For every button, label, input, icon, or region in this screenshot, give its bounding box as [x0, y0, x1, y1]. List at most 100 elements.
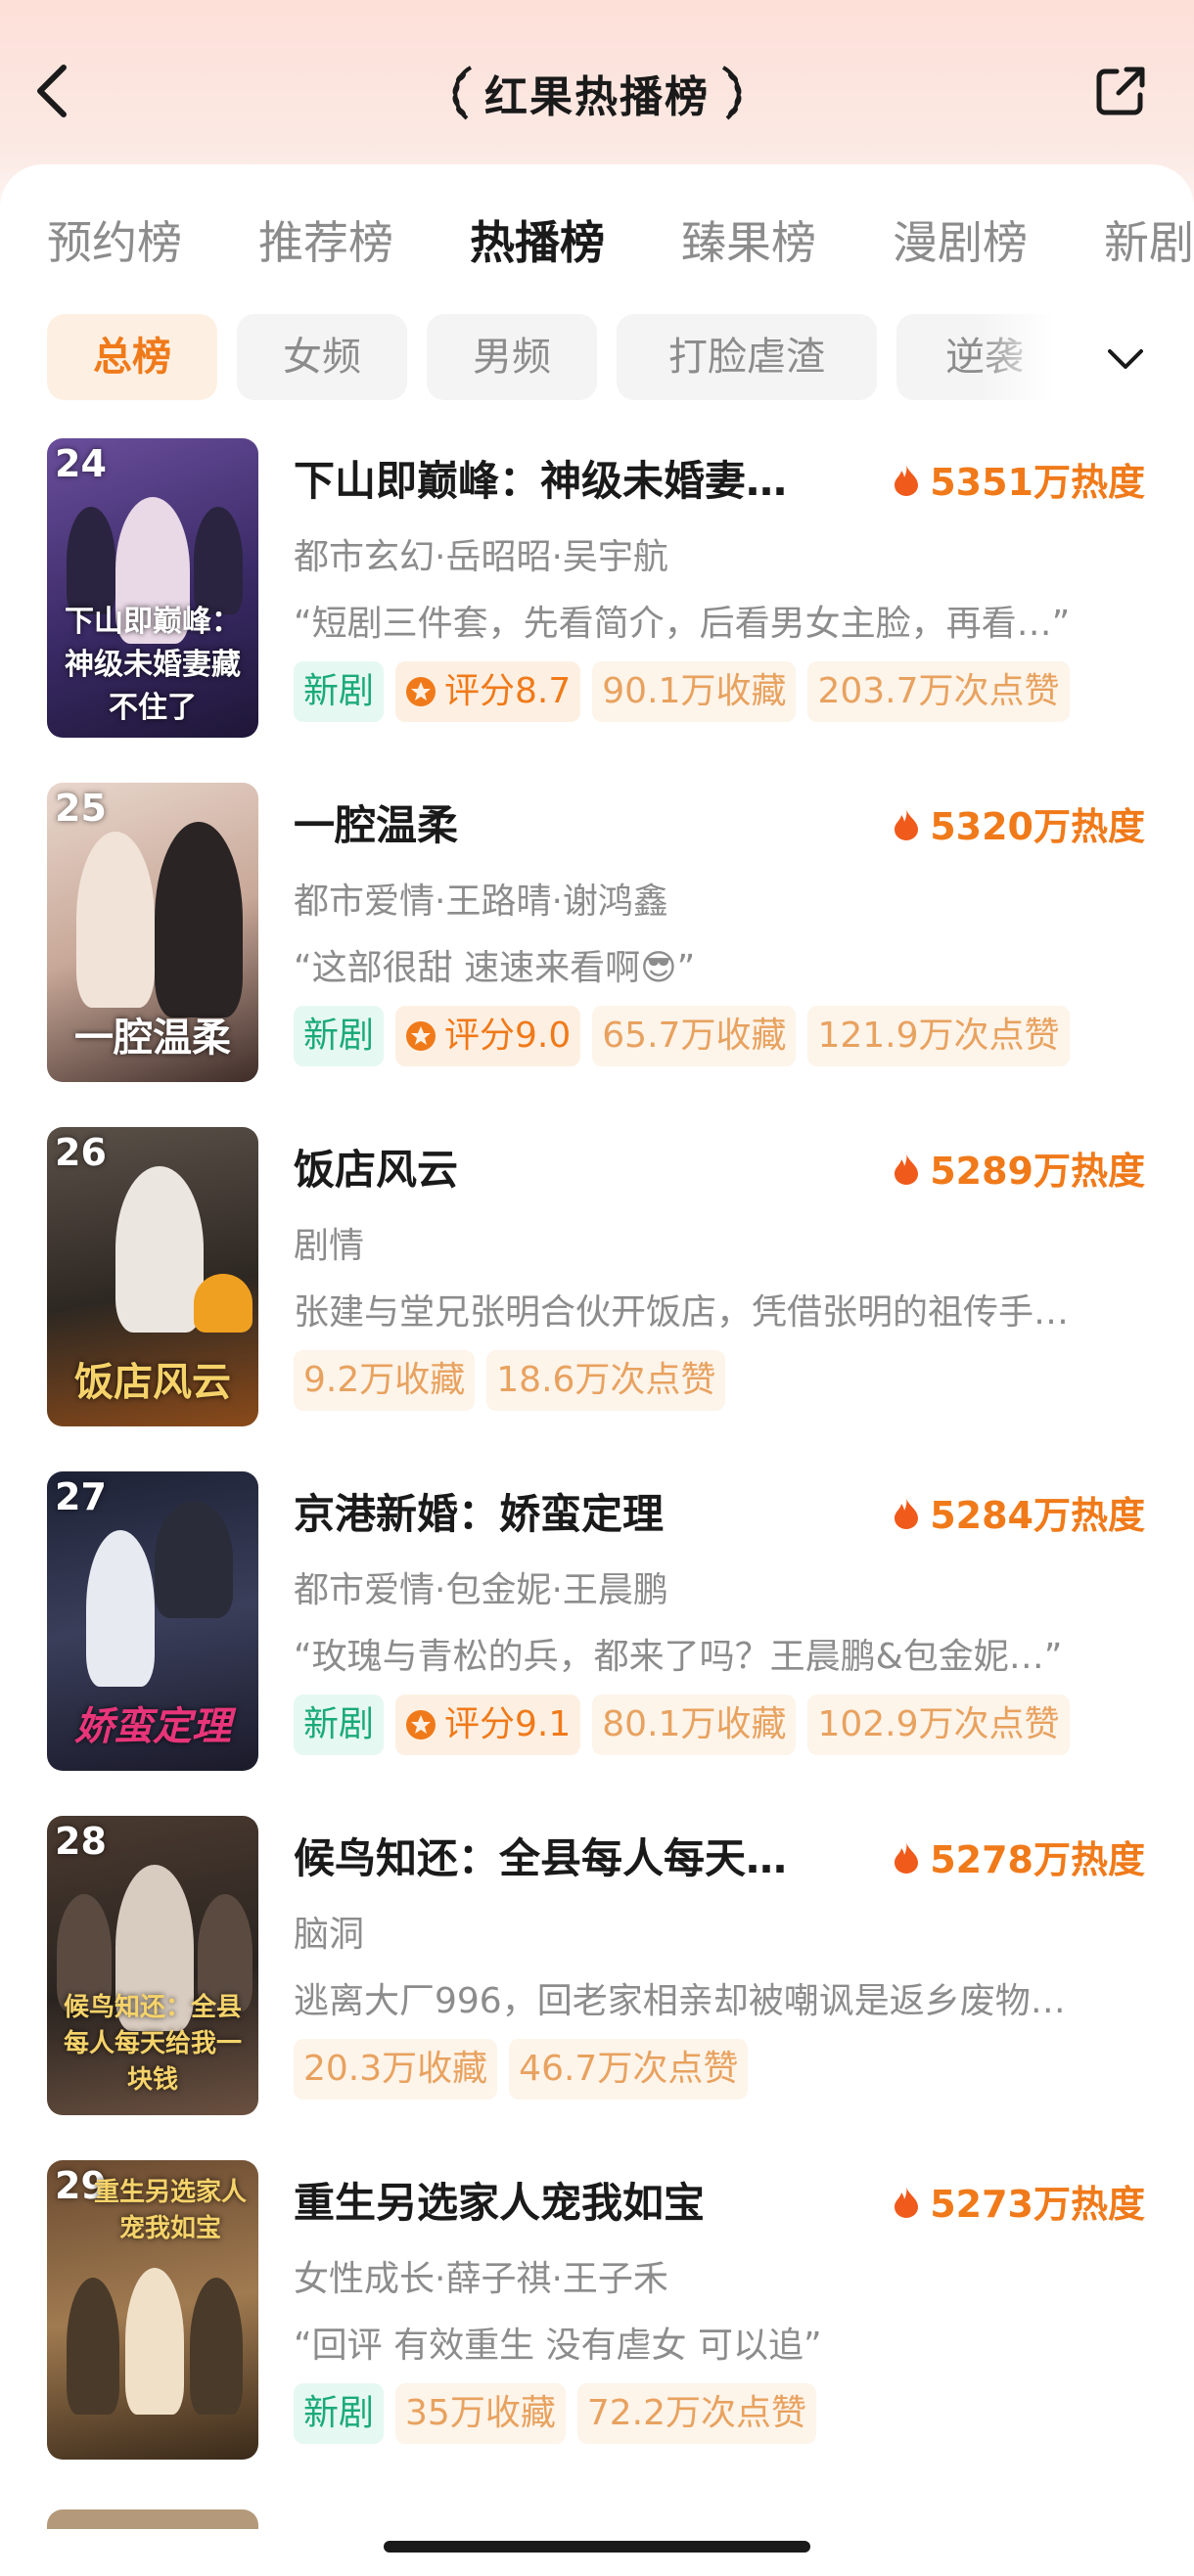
- chip-male[interactable]: 男频: [427, 314, 597, 400]
- poster-image: 29 重生另选家人宠我如宝: [47, 2160, 258, 2460]
- chip-female[interactable]: 女频: [237, 314, 407, 400]
- heat-text: 5351万热度: [930, 461, 1145, 504]
- drama-title[interactable]: 下山即巅峰：神级未婚妻…: [294, 448, 787, 508]
- rating-text: 评分8.7: [444, 671, 572, 711]
- heat-value: 5284万热度: [893, 1485, 1145, 1539]
- poster-rank: 28: [55, 1820, 107, 1863]
- heat-value: 5289万热度: [893, 1141, 1145, 1195]
- rating-badge: 评分8.7: [395, 661, 581, 722]
- filter-chips: 总榜 女频 男频 打脸虐渣 逆袭: [0, 314, 1194, 404]
- poster-rank: 25: [55, 787, 107, 830]
- laurel-right-icon: [721, 66, 742, 120]
- likes-badge: 46.7万次点赞: [509, 2039, 749, 2100]
- chips-fade: [979, 314, 1086, 404]
- likes-badge: 203.7万次点赞: [807, 661, 1070, 722]
- likes-badge: 121.9万次点赞: [807, 1006, 1070, 1066]
- heat-text: 5284万热度: [930, 1494, 1145, 1537]
- page-title: 红果热播榜: [484, 72, 710, 122]
- drama-meta: 都市爱情·王路晴·谢鸿鑫: [294, 881, 668, 922]
- drama-meta: 脑洞: [294, 1915, 365, 1955]
- new-badge: 新剧: [294, 2383, 385, 2444]
- drama-desc: “短剧三件套，先看简介，后看男女主脸，再看…”: [294, 604, 1071, 644]
- drama-title[interactable]: 候鸟知还：全县每人每天…: [294, 1826, 787, 1885]
- drama-desc: “回评 有效重生 没有虐女 可以追”: [294, 2326, 822, 2366]
- flame-icon: [895, 808, 919, 840]
- drama-desc: 张建与堂兄张明合伙开饭店，凭借张明的祖传手…: [294, 1292, 1070, 1333]
- chevron-down-icon: [1108, 349, 1143, 369]
- poster-title: 下山即巅峰：神级未婚妻藏不住了: [65, 605, 241, 725]
- badge-row: 新剧 35万收藏 72.2万次点赞: [294, 2383, 816, 2444]
- chip-all[interactable]: 总榜: [47, 314, 217, 400]
- drama-title[interactable]: 京港新婚：娇蛮定理: [294, 1481, 664, 1541]
- rating-text: 评分9.1: [444, 1704, 572, 1744]
- heat-text: 5289万热度: [930, 1150, 1145, 1193]
- drama-desc: “玫瑰与青松的兵，都来了吗？王晨鹏&包金妮…”: [294, 1637, 1063, 1677]
- poster-rank: 27: [55, 1475, 107, 1518]
- chip-face-slap[interactable]: 打脸虐渣: [617, 314, 877, 400]
- drama-meta: 都市玄幻·岳昭昭·吴宇航: [294, 537, 668, 577]
- heat-value: 5273万热度: [893, 2174, 1145, 2228]
- tab-recommend[interactable]: 推荐榜: [258, 203, 393, 282]
- poster-title: 饭店风云: [74, 1360, 231, 1405]
- heat-text: 5273万热度: [930, 2183, 1145, 2226]
- poster-image: 25 一腔温柔: [47, 783, 258, 1082]
- likes-badge: 18.6万次点赞: [486, 1350, 726, 1411]
- drama-meta: 女性成长·薛子祺·王子禾: [294, 2259, 668, 2299]
- star-icon: [406, 1710, 436, 1740]
- favorites-badge: 65.7万收藏: [592, 1006, 797, 1066]
- poster-title: 候鸟知还：全县每人每天给我一块钱: [63, 1993, 242, 2095]
- tab-preorder[interactable]: 预约榜: [47, 203, 182, 282]
- laurel-left-icon: [452, 66, 473, 120]
- star-icon: [406, 677, 436, 706]
- drama-title[interactable]: 重生另选家人宠我如宝: [294, 2170, 705, 2230]
- poster-rank: 24: [55, 442, 107, 485]
- poster-title: 重生另选家人宠我如宝: [93, 2178, 247, 2243]
- new-badge: 新剧: [294, 661, 385, 722]
- badge-row: 20.3万收藏 46.7万次点赞: [294, 2039, 749, 2100]
- list-item[interactable]: 25 一腔温柔 一腔温柔 5320万热度 都市爱情·王路晴·谢鸿鑫 “这部很甜 …: [0, 783, 1194, 1086]
- tab-comic[interactable]: 漫剧榜: [893, 203, 1028, 282]
- drama-title[interactable]: 饭店风云: [294, 1137, 458, 1197]
- likes-badge: 102.9万次点赞: [807, 1695, 1070, 1755]
- tab-hot[interactable]: 热播榜: [470, 203, 605, 282]
- new-badge: 新剧: [294, 1695, 385, 1755]
- list-item[interactable]: 28 候鸟知还：全县每人每天给我一块钱 候鸟知还：全县每人每天… 5278万热度…: [0, 1816, 1194, 2119]
- heat-value: 5351万热度: [893, 452, 1145, 506]
- favorites-badge: 35万收藏: [395, 2383, 566, 2444]
- badge-row: 9.2万收藏 18.6万次点赞: [294, 1350, 726, 1411]
- share-button[interactable]: [1086, 57, 1155, 125]
- home-indicator[interactable]: [384, 2541, 810, 2553]
- list-item[interactable]: 24 下山即巅峰：神级未婚妻藏不住了 下山即巅峰：神级未婚妻… 5351万热度 …: [0, 438, 1194, 742]
- tab-new[interactable]: 新剧: [1104, 203, 1194, 282]
- heat-text: 5278万热度: [930, 1838, 1145, 1881]
- poster-image: 24 下山即巅峰：神级未婚妻藏不住了: [47, 438, 258, 738]
- tab-premium[interactable]: 臻果榜: [681, 203, 816, 282]
- header: 红果热播榜: [0, 39, 1194, 147]
- flame-icon: [895, 464, 919, 496]
- list-item[interactable]: 29 重生另选家人宠我如宝 重生另选家人宠我如宝 5273万热度 女性成长·薛子…: [0, 2160, 1194, 2463]
- flame-icon: [895, 1152, 919, 1185]
- drama-desc: “这部很甜 速速来看啊😎”: [294, 948, 696, 988]
- rating-badge: 评分9.1: [395, 1695, 581, 1755]
- expand-chips-button[interactable]: [1086, 320, 1165, 398]
- list-item[interactable]: 26 饭店风云 饭店风云 5289万热度 剧情 张建与堂兄张明合伙开饭店，凭借张…: [0, 1127, 1194, 1430]
- drama-desc: 逃离大厂996，回老家相亲却被嘲讽是返乡废物…: [294, 1981, 1066, 2021]
- flame-icon: [895, 2186, 919, 2218]
- next-poster-peek: [47, 2509, 258, 2529]
- heat-value: 5278万热度: [893, 1830, 1145, 1883]
- badge-row: 新剧 评分9.0 65.7万收藏 121.9万次点赞: [294, 1006, 1070, 1066]
- poster-image: 27 娇蛮定理: [47, 1471, 258, 1771]
- rating-badge: 评分9.0: [395, 1006, 581, 1066]
- poster-image: 28 候鸟知还：全县每人每天给我一块钱: [47, 1816, 258, 2115]
- favorites-badge: 90.1万收藏: [592, 661, 797, 722]
- tab-bar: 预约榜 推荐榜 热播榜 臻果榜 漫剧榜 新剧: [0, 203, 1194, 282]
- new-badge: 新剧: [294, 1006, 385, 1066]
- likes-badge: 72.2万次点赞: [576, 2383, 816, 2444]
- title-wrap: 红果热播榜: [0, 59, 1194, 127]
- drama-title[interactable]: 一腔温柔: [294, 792, 458, 852]
- list-item[interactable]: 27 娇蛮定理 京港新婚：娇蛮定理 5284万热度 都市爱情·包金妮·王晨鹏 “…: [0, 1471, 1194, 1775]
- poster-title: 一腔温柔: [74, 1015, 231, 1061]
- content-sheet: 预约榜 推荐榜 热播榜 臻果榜 漫剧榜 新剧 总榜 女频 男频 打脸虐渣 逆袭 …: [0, 164, 1194, 2576]
- favorites-badge: 20.3万收藏: [294, 2039, 498, 2100]
- rating-text: 评分9.0: [444, 1016, 572, 1056]
